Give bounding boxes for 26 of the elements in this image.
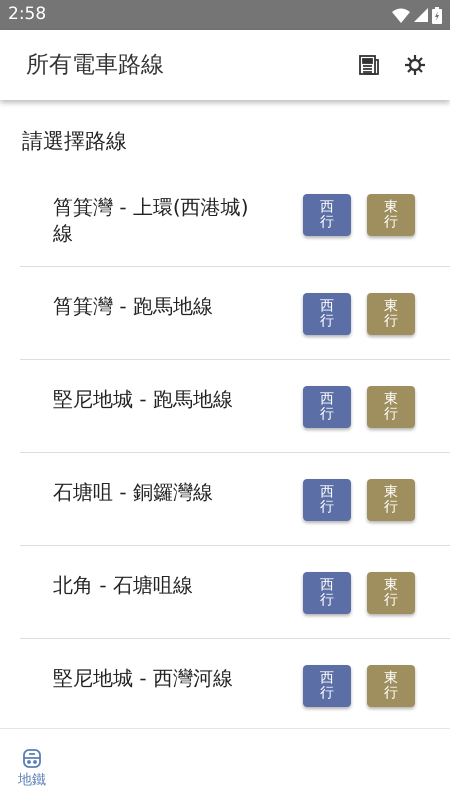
app-title: 所有電車路線 [26,50,164,80]
westbound-button[interactable]: 西行 [303,386,351,428]
route-name: 北角 - 石塘咀線 [53,572,194,598]
route-name: 堅尼地城 - 西灣河線 [53,664,234,690]
eastbound-button[interactable]: 東行 [367,664,415,706]
eastbound-button[interactable]: 東行 [367,572,415,614]
eastbound-button[interactable]: 東行 [367,194,415,236]
westbound-button[interactable]: 西行 [303,194,351,236]
westbound-button[interactable]: 西行 [303,478,351,520]
status-time: 2:58 [8,3,46,26]
westbound-button[interactable]: 西行 [303,572,351,614]
eastbound-button[interactable]: 東行 [367,386,415,428]
route-name: 堅尼地城 - 跑馬地線 [53,386,234,412]
westbound-button[interactable]: 西行 [303,664,351,706]
route-name: 石塘咀 - 銅鑼灣線 [53,478,214,504]
section-heading: 請選擇路線 [21,128,128,155]
westbound-button[interactable]: 西行 [303,292,351,334]
nav-tab[interactable]: 地鐵 [0,729,64,800]
signal-icon [414,8,428,22]
eastbound-button[interactable]: 東行 [367,478,415,520]
eastbound-button[interactable]: 東行 [367,292,415,334]
battery-icon [432,6,442,24]
wifi-icon [392,8,410,22]
route-name: 筲箕灣 - 跑馬地線 [53,292,214,318]
route-name: 筲箕灣 - 上環(西港城)線 [53,194,250,246]
train-icon [21,748,43,770]
